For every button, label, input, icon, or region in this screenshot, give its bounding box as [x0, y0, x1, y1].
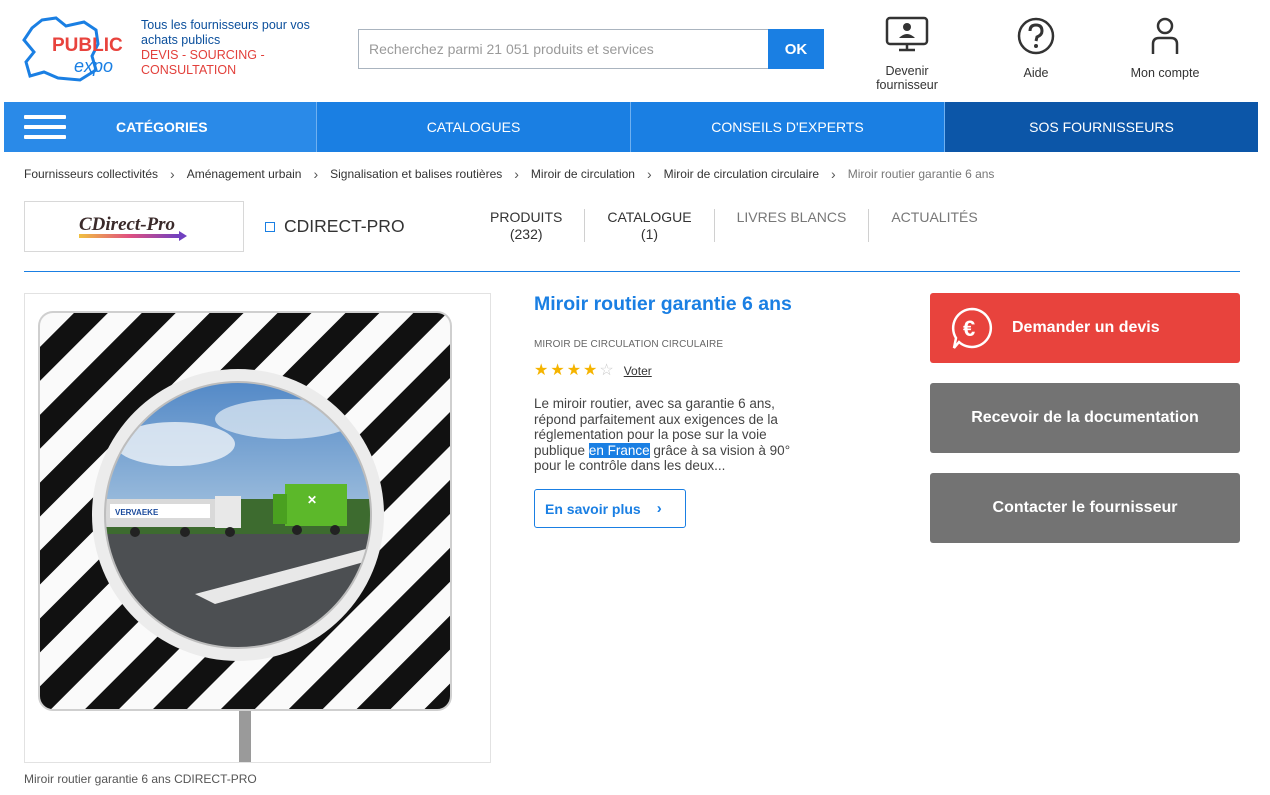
help-label: Aide	[1023, 66, 1049, 80]
svg-text:€: €	[963, 316, 975, 341]
chevron-right-icon: ›	[656, 500, 662, 517]
chevron-right-icon: ›	[514, 166, 519, 182]
checkbox-icon	[265, 221, 275, 232]
star-empty-icon[interactable]: ☆	[599, 363, 613, 379]
desc-highlight: en France	[588, 442, 650, 458]
learn-more-button[interactable]: En savoir plus ›	[534, 489, 686, 528]
tab-products-count: (232)	[509, 226, 543, 242]
svg-text:✕: ✕	[307, 493, 317, 507]
rating: ★ ★ ★ ★ ☆ Voter	[534, 363, 652, 379]
supplier-name[interactable]: CDIRECT-PRO	[265, 216, 405, 237]
request-quote-button[interactable]: € Demander un devis	[930, 293, 1240, 363]
breadcrumb-item[interactable]: Fournisseurs collectivités	[24, 167, 158, 181]
chevron-right-icon: ›	[313, 166, 319, 182]
product-title: Miroir routier garantie 6 ans	[534, 293, 792, 315]
become-supplier-link[interactable]: Devenir fournisseur	[853, 16, 961, 92]
logo-expo-text: expo	[74, 56, 113, 76]
request-quote-label: Demander un devis	[1012, 319, 1160, 336]
chevron-right-icon: ›	[831, 166, 836, 182]
account-label: Mon compte	[1130, 66, 1200, 80]
search-button[interactable]: OK	[768, 29, 824, 69]
breadcrumb-current: Miroir routier garantie 6 ans	[847, 167, 995, 181]
image-caption: Miroir routier garantie 6 ans CDIRECT-PR…	[24, 772, 257, 786]
hamburger-icon	[24, 115, 66, 139]
supplier-logo-text: CDirect-Pro	[79, 214, 175, 235]
tab-products-label: PRODUITS	[490, 209, 563, 225]
star-icon[interactable]: ★	[567, 363, 581, 379]
get-documentation-button[interactable]: Recevoir de la documentation	[930, 383, 1240, 453]
nav-categories-label: CATÉGORIES	[116, 119, 208, 135]
divider	[24, 271, 1240, 272]
site-header: PUBLIC expo Tous les fournisseurs pour v…	[0, 0, 1270, 102]
tab-products[interactable]: PRODUITS (232)	[468, 209, 586, 242]
tagline-services: DEVIS - SOURCING - CONSULTATION	[141, 48, 265, 77]
account-link[interactable]: Mon compte	[1125, 16, 1205, 80]
star-icon[interactable]: ★	[583, 363, 597, 379]
star-icon[interactable]: ★	[550, 363, 564, 379]
contact-supplier-button[interactable]: Contacter le fournisseur	[930, 473, 1240, 543]
search-input[interactable]	[358, 29, 768, 69]
breadcrumb-item[interactable]: Miroir de circulation	[531, 167, 635, 181]
user-icon	[1151, 17, 1179, 54]
nav-sos-label: SOS FOURNISSEURS	[1029, 119, 1174, 135]
learn-more-label: En savoir plus	[545, 500, 641, 517]
traffic-mirror-image: VERVAEKE ✕	[38, 311, 452, 762]
product-description: Le miroir routier, avec sa garantie 6 an…	[534, 396, 819, 474]
supplier-name-label: CDIRECT-PRO	[284, 216, 405, 236]
nav-sos[interactable]: SOS FOURNISSEURS	[945, 102, 1258, 152]
get-documentation-label: Recevoir de la documentation	[971, 409, 1199, 426]
tab-catalogue-label: CATALOGUE	[607, 209, 692, 225]
help-link[interactable]: Aide	[1006, 16, 1066, 80]
nav-catalogues[interactable]: CATALOGUES	[317, 102, 631, 152]
supplier-logo[interactable]: CDirect-Pro	[24, 201, 244, 252]
breadcrumb: Fournisseurs collectivités › Aménagement…	[24, 166, 994, 182]
tab-whitepapers[interactable]: LIVRES BLANCS	[715, 209, 870, 242]
tab-news-label: ACTUALITÉS	[891, 209, 978, 225]
tagline-main: Tous les fournisseurs pour vos achats pu…	[141, 18, 310, 47]
breadcrumb-item[interactable]: Signalisation et balises routières	[330, 167, 502, 181]
product-image[interactable]: VERVAEKE ✕	[24, 293, 491, 763]
main-nav: CATÉGORIES CATALOGUES CONSEILS D'EXPERTS…	[4, 102, 1270, 152]
nav-categories[interactable]: CATÉGORIES	[4, 102, 317, 152]
product-category[interactable]: MIROIR DE CIRCULATION CIRCULAIRE	[534, 339, 723, 350]
become-supplier-label: Devenir fournisseur	[876, 64, 938, 92]
logo-public-text: PUBLIC	[52, 35, 123, 56]
publicexpo-logo[interactable]: PUBLIC expo	[22, 16, 126, 82]
truck-text: VERVAEKE	[115, 508, 159, 517]
tab-catalogue-count: (1)	[640, 226, 659, 242]
nav-experts[interactable]: CONSEILS D'EXPERTS	[631, 102, 945, 152]
monitor-user-icon	[885, 16, 929, 52]
chevron-right-icon: ›	[170, 166, 175, 182]
nav-experts-label: CONSEILS D'EXPERTS	[711, 119, 864, 135]
search-bar: OK	[358, 29, 824, 69]
breadcrumb-item[interactable]: Aménagement urbain	[187, 167, 302, 181]
supplier-tabs: PRODUITS (232) CATALOGUE (1) LIVRES BLAN…	[468, 209, 1000, 242]
nav-catalogues-label: CATALOGUES	[426, 119, 521, 135]
vote-link[interactable]: Voter	[624, 364, 652, 378]
cdirect-pro-logo: CDirect-Pro	[79, 214, 187, 241]
tagline: Tous les fournisseurs pour vos achats pu…	[141, 18, 341, 78]
help-question-icon	[1017, 17, 1055, 55]
breadcrumb-item[interactable]: Miroir de circulation circulaire	[664, 167, 819, 181]
tab-catalogue[interactable]: CATALOGUE (1)	[585, 209, 715, 242]
chevron-right-icon: ›	[646, 166, 652, 182]
contact-supplier-label: Contacter le fournisseur	[992, 499, 1178, 516]
euro-speech-icon: €	[951, 307, 993, 349]
tab-news[interactable]: ACTUALITÉS	[869, 209, 999, 242]
star-icon[interactable]: ★	[534, 363, 548, 379]
tab-whitepapers-label: LIVRES BLANCS	[736, 209, 847, 225]
